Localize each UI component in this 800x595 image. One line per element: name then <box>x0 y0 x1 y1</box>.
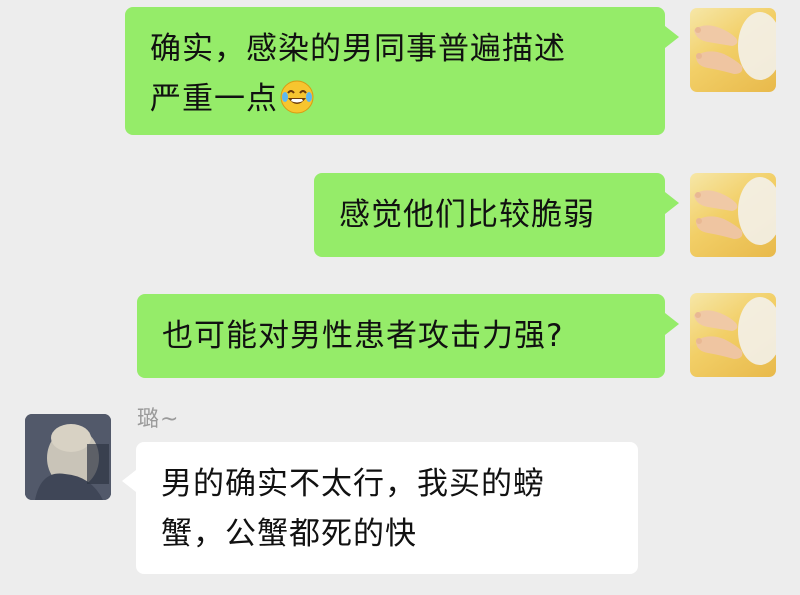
self-avatar[interactable] <box>690 293 776 377</box>
message-text-line: 蟹，公蟹都死的快 <box>161 516 417 552</box>
bubble-tail <box>665 313 679 335</box>
incoming-message-bubble[interactable]: 男的确实不太行，我买的螃 蟹，公蟹都死的快 <box>136 442 638 574</box>
self-avatar[interactable] <box>690 173 776 257</box>
contact-avatar[interactable] <box>25 414 111 500</box>
outgoing-message-bubble[interactable]: 也可能对男性患者攻击力强? <box>137 294 665 378</box>
message-text-line: 感觉他们比较脆弱 <box>339 197 595 233</box>
sender-name: 璐~ <box>137 407 180 432</box>
message-text-line: 也可能对男性患者攻击力强? <box>162 318 564 354</box>
message-text-line: 确实，感染的男同事普遍描述 <box>150 31 566 67</box>
message-text-line: 严重一点 <box>150 74 665 124</box>
baby-feet-photo-icon <box>694 297 776 365</box>
bubble-tail <box>665 26 679 48</box>
outgoing-message-bubble[interactable]: 感觉他们比较脆弱 <box>314 173 665 257</box>
outgoing-message-bubble[interactable]: 确实，感染的男同事普遍描述 严重一点 <box>125 7 665 135</box>
self-avatar[interactable] <box>690 8 776 92</box>
bubble-tail <box>665 192 679 214</box>
baby-feet-photo-icon <box>694 12 776 80</box>
message-text-line: 男的确实不太行，我买的螃 <box>161 466 545 502</box>
person-photo-icon <box>25 414 111 500</box>
laughing-tears-emoji-icon <box>280 79 314 114</box>
bubble-tail <box>122 470 136 492</box>
baby-feet-photo-icon <box>694 177 776 245</box>
